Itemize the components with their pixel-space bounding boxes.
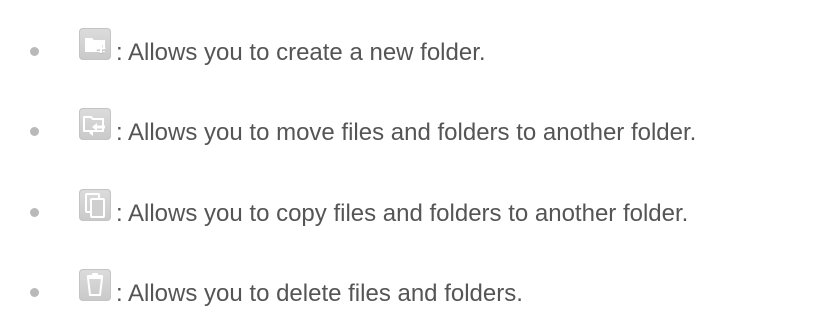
list-item-create-folder: : Allows you to create a new folder. — [0, 28, 827, 68]
move-folder-icon — [79, 108, 111, 140]
bullet — [30, 47, 39, 56]
list-item-copy: : Allows you to copy files and folders t… — [0, 189, 827, 229]
item-description: : Allows you to create a new folder. — [116, 39, 486, 66]
item-description: : Allows you to move files and folders t… — [116, 119, 697, 146]
list-item-move: : Allows you to move files and folders t… — [0, 108, 827, 148]
bullet — [30, 127, 39, 136]
copy-icon — [79, 189, 111, 221]
bullet — [30, 288, 39, 297]
item-description: : Allows you to delete files and folders… — [116, 280, 523, 307]
item-description: : Allows you to copy files and folders t… — [116, 200, 689, 227]
list-item-delete: : Allows you to delete files and folders… — [0, 269, 827, 309]
feature-list: : Allows you to create a new folder. : A… — [0, 0, 827, 309]
trash-icon — [79, 269, 111, 301]
bullet — [30, 208, 39, 217]
new-folder-icon — [79, 28, 111, 60]
